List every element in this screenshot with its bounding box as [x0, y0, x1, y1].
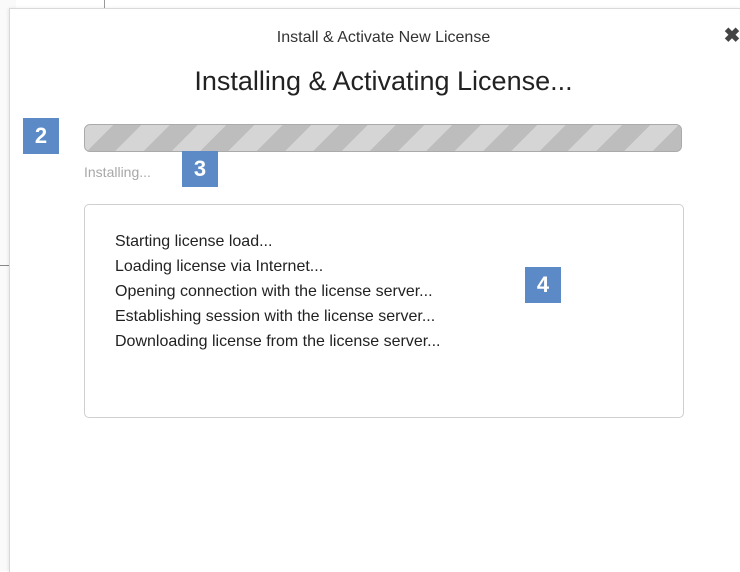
- install-log-list: Starting license load... Loading license…: [115, 229, 441, 354]
- install-license-dialog: Install & Activate New License ✖ Install…: [9, 8, 740, 572]
- dialog-heading: Installing & Activating License...: [194, 66, 573, 96]
- progress-status-text: Installing...: [84, 164, 151, 180]
- log-line: Loading license via Internet...: [115, 258, 324, 275]
- callout-marker-4: 4: [525, 267, 561, 303]
- install-progress-bar: [84, 124, 682, 152]
- install-log-box: Starting license load... Loading license…: [84, 204, 684, 418]
- log-line: Starting license load...: [115, 233, 273, 250]
- progress-bar-fill: [85, 125, 681, 151]
- dialog-title: Install & Activate New License: [276, 29, 491, 46]
- callout-marker-3: 3: [182, 151, 218, 187]
- log-line: Downloading license from the license ser…: [115, 333, 441, 350]
- callout-marker-2: 2: [23, 118, 59, 154]
- log-line: Opening connection with the license serv…: [115, 283, 433, 300]
- close-icon[interactable]: ✖: [723, 25, 740, 47]
- log-line: Establishing session with the license se…: [115, 308, 436, 325]
